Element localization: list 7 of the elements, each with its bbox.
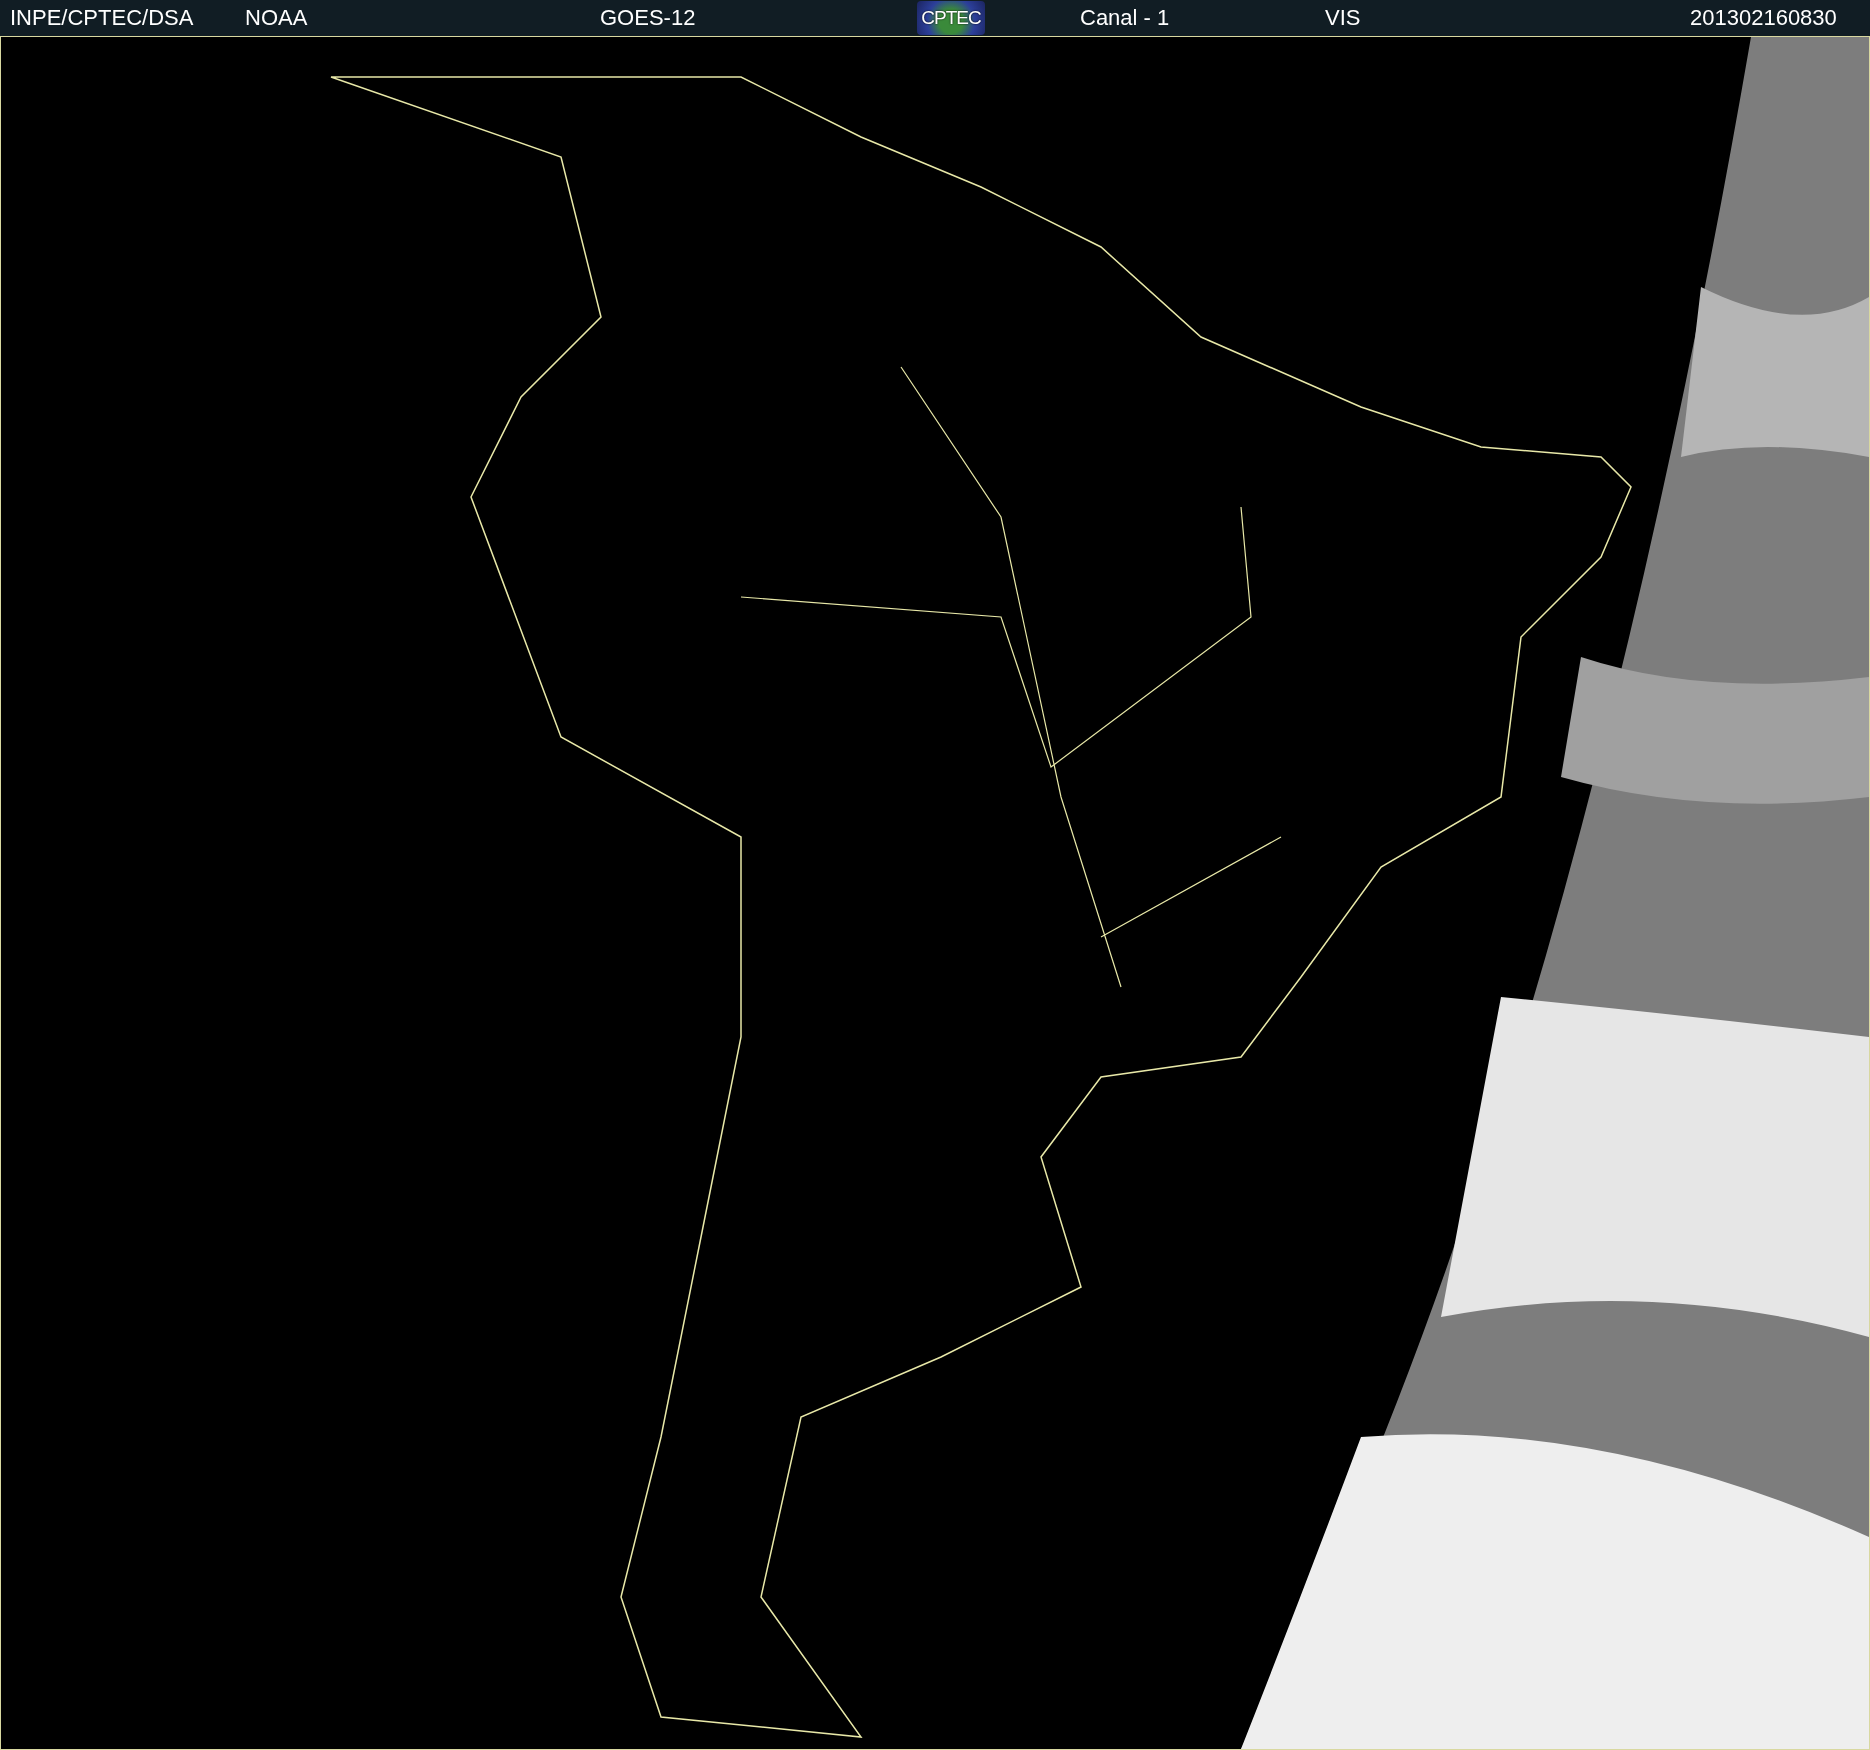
logo: CPTEC: [917, 1, 985, 35]
header-label: VIS: [1325, 5, 1361, 31]
header-label: GOES-12: [600, 5, 696, 31]
header-label: 201302160830: [1690, 5, 1837, 31]
header-label: Canal - 1: [1080, 5, 1170, 31]
header-label: NOAA: [245, 5, 308, 31]
header-label: INPE/CPTEC/DSA: [10, 5, 194, 31]
